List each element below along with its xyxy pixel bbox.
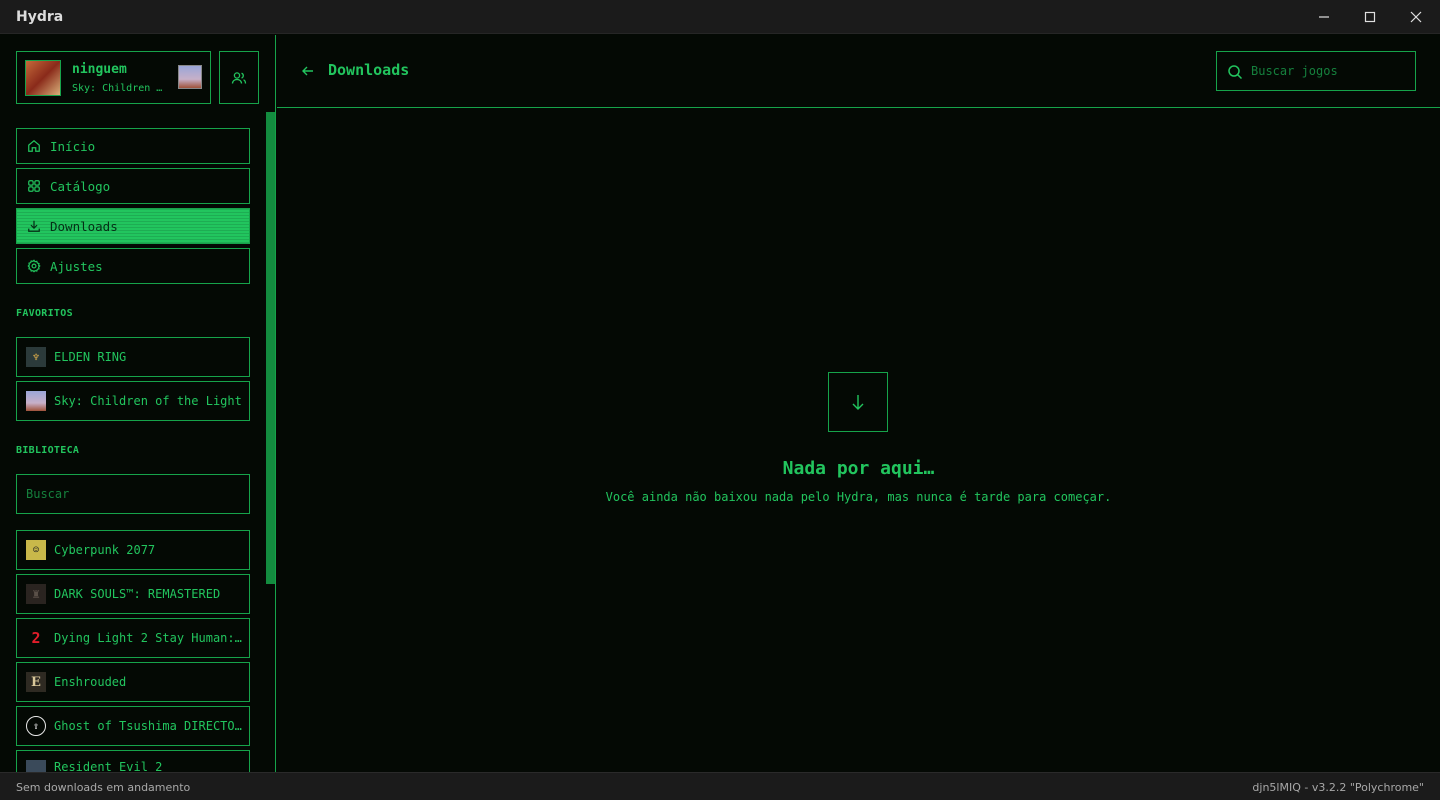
arrow-left-icon [302,66,313,76]
library-item[interactable]: ♜ DARK SOULS™: REMASTERED [16,574,250,614]
library-item[interactable]: ⇧ Ghost of Tsushima DIRECTOR'S CUT [16,706,250,746]
back-button[interactable] [299,62,317,80]
ghost-of-tsushima-game-icon: ⇧ [26,716,46,736]
favorite-item-label: Sky: Children of the Light [54,394,242,408]
maximize-button[interactable] [1347,0,1393,34]
nav-item-ajustes[interactable]: Ajustes [16,248,250,284]
minimize-icon [1319,16,1329,18]
title-bar: Hydra [0,0,1440,34]
download-status-text: Sem downloads em andamento [16,781,191,794]
cyberpunk-game-icon: ☺ [26,540,46,560]
empty-state-title: Nada por aqui… [782,458,935,479]
dying-light-game-icon: 2 [31,629,41,647]
empty-state-message: Você ainda não baixou nada pelo Hydra, m… [605,490,1112,504]
sidebar-scrollbar[interactable] [266,112,275,584]
library-search-input[interactable] [16,474,250,514]
favorite-item-elden-ring[interactable]: ♆ ELDEN RING [16,337,250,377]
nav-item-inicio[interactable]: Início [16,128,250,164]
maximize-icon [1364,11,1376,23]
library-item-label: Dying Light 2 Stay Human: Reloaded Editi… [54,631,249,645]
profile-username: ninguem [72,62,127,77]
download-icon [28,220,40,232]
favorites-section-title: FAVORITOS [16,308,73,319]
friends-button[interactable] [219,51,259,104]
library-item-label: Cyberpunk 2077 [54,543,156,557]
library-item[interactable]: E Enshrouded [16,662,250,702]
nav-item-label: Downloads [50,218,118,234]
page-title: Downloads [328,61,410,79]
profile-playing-game: Sky: Children of the Light [72,83,168,94]
favorite-item-label: ELDEN RING [54,350,127,364]
library-item-label: DARK SOULS™: REMASTERED [54,587,221,601]
resident-evil-game-icon [26,760,46,772]
nav-item-label: Ajustes [50,258,103,274]
library-section-title: BIBLIOTECA [16,445,80,456]
window-title: Hydra [16,9,64,25]
nav-item-downloads[interactable]: Downloads [16,208,250,244]
status-bar: Sem downloads em andamento djn5lMIQ - v3… [0,772,1440,800]
profile-card[interactable]: ninguem Sky: Children of the Light [16,51,211,104]
sky-game-icon [26,391,46,411]
nav-item-catalogo[interactable]: Catálogo [16,168,250,204]
game-search-box[interactable] [1216,51,1416,91]
game-search-input[interactable] [1251,52,1411,90]
grid-icon [28,180,40,192]
dark-souls-game-icon: ♜ [26,584,46,604]
nav-item-label: Início [50,138,96,154]
close-icon [1410,11,1422,23]
avatar [25,60,61,96]
library-item-label: Resident Evil 2 [54,760,163,772]
arrow-down-icon [852,395,864,410]
page-header: Downloads [277,35,1440,108]
empty-state-icon-box [828,372,888,432]
elden-ring-game-icon: ♆ [26,347,46,367]
home-icon [28,139,40,152]
gear-icon [27,259,41,273]
version-text: djn5lMIQ - v3.2.2 "Polychrome" [1252,781,1424,794]
nav-item-label: Catálogo [50,178,111,194]
library-item[interactable]: Resident Evil 2 [16,750,250,772]
favorite-item-sky[interactable]: Sky: Children of the Light [16,381,250,421]
library-item-label: Ghost of Tsushima DIRECTOR'S CUT [54,719,249,733]
enshrouded-game-icon: E [26,672,46,692]
library-item[interactable]: 2 Dying Light 2 Stay Human: Reloaded Edi… [16,618,250,658]
library-item[interactable]: ☺ Cyberpunk 2077 [16,530,250,570]
close-button[interactable] [1393,0,1439,34]
minimize-button[interactable] [1301,0,1347,34]
search-icon [1228,65,1243,80]
library-item-label: Enshrouded [54,675,127,689]
playing-game-thumbnail [178,65,202,89]
users-icon [231,71,247,84]
sidebar: ninguem Sky: Children of the Light Iníci… [0,35,276,772]
